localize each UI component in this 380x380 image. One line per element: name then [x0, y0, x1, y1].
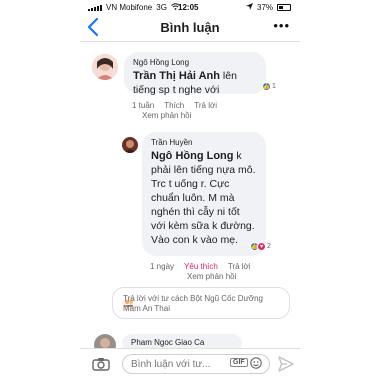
comment-bubble: Trần Huyền Ngô Hồng Long k phải lên tiến… [142, 132, 266, 256]
avatar[interactable] [122, 137, 138, 153]
emoji-icon[interactable] [250, 357, 262, 369]
comment-actions: 1 tuần Thích Trả lời [132, 101, 217, 110]
more-icon[interactable]: ••• [273, 18, 290, 33]
comment-author[interactable]: Pham Ngoc Giao Ca [131, 338, 233, 347]
clock: 12:05 [178, 3, 199, 12]
comment-input[interactable] [122, 354, 270, 374]
comment-author[interactable]: Ngô Hồng Long [133, 58, 257, 67]
signal-icon [88, 4, 102, 11]
reaction-summary[interactable]: 👍 ♥ 2 [250, 242, 271, 251]
battery-fill [279, 6, 283, 9]
battery-icon [277, 4, 292, 11]
mention-link[interactable]: Trần Thị Hải Anh [133, 70, 220, 82]
reaction-count: 2 [267, 243, 271, 250]
gif-button[interactable]: GIF [230, 358, 248, 367]
location-icon [246, 3, 253, 12]
comment-time: 1 ngày [150, 262, 175, 271]
comment-author[interactable]: Trần Huyền [151, 138, 257, 147]
mention-link[interactable]: Ngô Hồng Long [151, 150, 233, 162]
avatar-photo-icon [122, 137, 138, 153]
page-title: Bình luận [160, 20, 220, 35]
camera-icon[interactable] [92, 357, 110, 371]
view-replies-link[interactable]: Xem phản hồi [142, 111, 191, 120]
carrier: VN Mobifone [106, 3, 153, 12]
reply-input[interactable]: Trả lời với tư cách Bột Ngũ Cốc Dưỡng Mầ… [112, 287, 290, 319]
reply-button[interactable]: Trả lời [228, 262, 251, 271]
avatar[interactable] [92, 54, 118, 80]
network-type: 3G [156, 3, 167, 12]
view-replies-link[interactable]: Xem phản hồi [187, 272, 236, 281]
status-bar: VN Mobifone 3G 12:05 37% [0, 0, 380, 14]
comment-body: k phải lên tiếng nựa mô. Trc t uống r. C… [151, 150, 256, 246]
love-button[interactable]: Yêu thích [184, 262, 218, 271]
comment-text: Ngô Hồng Long k phải lên tiếng nựa mô. T… [151, 149, 257, 247]
status-right: 37% [246, 3, 292, 12]
composer-bar: GIF [80, 348, 300, 380]
battery-percent: 37% [257, 3, 274, 12]
nav-bar: Bình luận ••• [80, 14, 300, 42]
comment-text: Trần Thị Hải Anh lên tiếng sp t nghe với [133, 69, 257, 97]
comment-time: 1 tuần [132, 101, 155, 110]
comment-bubble: Ngô Hồng Long Trần Thị Hải Anh lên tiếng… [124, 52, 266, 97]
reply-button[interactable]: Trả lời [194, 101, 217, 110]
like-reaction-icon: 👍 [262, 82, 271, 91]
reaction-count: 1 [272, 83, 276, 90]
like-button[interactable]: Thích [164, 101, 184, 110]
comment-actions: 1 ngày Yêu thích Trả lời [150, 262, 251, 271]
love-reaction-icon: ♥ [257, 242, 266, 251]
reaction-summary[interactable]: 👍 1 [262, 82, 276, 91]
avatar-photo-icon [92, 54, 118, 80]
status-left: VN Mobifone 3G [88, 3, 180, 12]
send-icon[interactable] [278, 356, 294, 372]
